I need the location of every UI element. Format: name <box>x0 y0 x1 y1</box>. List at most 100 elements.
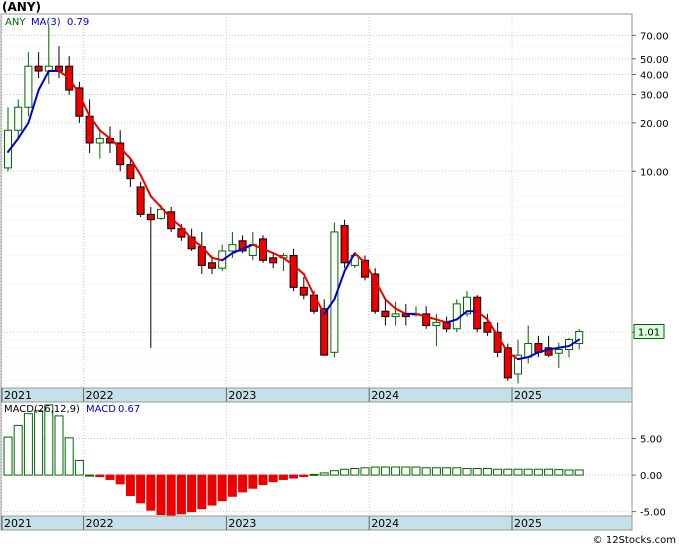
macd-legend-title: MACD(26,12,9) <box>4 404 80 415</box>
candle-body-down <box>299 286 308 296</box>
price-tick-label: 20.00 <box>640 119 669 130</box>
price-tick-label: 30.00 <box>640 91 669 102</box>
macd-tick-label: 5.00 <box>640 435 662 446</box>
macd-bar-positive <box>533 468 543 476</box>
macd-bar-positive <box>370 466 380 476</box>
macd-panel: 5.00 0.00 -5.00 2021 2022 2023 2024 2025 <box>0 401 666 531</box>
candle-body-down <box>289 254 298 288</box>
macd-bar-positive <box>421 467 431 476</box>
stock-chart: 70.00 50.00 40.00 30.00 20.00 10.00 0.00 2021 2… <box>0 0 676 546</box>
candle-body-up <box>432 321 441 327</box>
candle-body-down <box>340 225 349 264</box>
macd-bar-positive <box>411 466 421 476</box>
macd-bar-positive <box>329 470 339 476</box>
macd-bar-positive <box>401 466 411 476</box>
macd-bar-negative <box>217 474 227 502</box>
price-y-axis: 70.0050.0040.0030.0020.0010.000.00 <box>632 31 669 339</box>
price-tick-label: 70.00 <box>640 31 669 42</box>
last-price-label: 1.01 <box>638 328 660 339</box>
price-tick-label: 50.00 <box>640 55 669 66</box>
macd-bar-negative <box>146 474 156 511</box>
candle-body-down <box>381 310 390 318</box>
macd-bar-positive <box>340 468 350 476</box>
macd-tick-label: -5.00 <box>640 508 666 519</box>
macd-bar-negative <box>197 474 207 510</box>
macd-year-label: 2023 <box>228 517 256 530</box>
price-tick-label: 40.00 <box>640 70 669 81</box>
macd-bar-positive <box>452 467 462 476</box>
macd-bar-positive <box>431 467 441 476</box>
price-tick-label: 10.00 <box>640 167 669 178</box>
candle <box>136 181 145 218</box>
chart-page: 70.00 50.00 40.00 30.00 20.00 10.00 0.00 2021 2… <box>0 0 680 546</box>
macd-bar-negative <box>207 474 217 506</box>
candle-body-down <box>208 262 216 269</box>
ma-legend-label: MA(3) <box>31 17 61 28</box>
macd-bar-positive <box>554 469 564 476</box>
macd-bar-positive <box>574 469 584 476</box>
macd-bar-positive <box>564 469 574 476</box>
macd-bar-positive <box>462 468 472 476</box>
macd-bar-positive <box>54 415 64 476</box>
macd-legend-value: 0.67 <box>118 404 140 415</box>
candle-body-up <box>95 137 104 144</box>
macd-bar-positive <box>493 468 503 476</box>
macd-bar-negative <box>187 474 197 513</box>
ma-legend-value: 0.79 <box>67 17 89 28</box>
macd-bar-positive <box>13 424 23 476</box>
candle-body-down <box>126 164 135 180</box>
macd-bar-negative <box>238 474 248 493</box>
macd-bar-positive <box>544 468 554 476</box>
macd-bar-negative <box>289 474 299 479</box>
macd-bar-negative <box>268 474 278 483</box>
macd-bar-negative <box>299 474 309 478</box>
candle-body-up <box>228 244 237 252</box>
macd-plot-frame <box>0 401 633 517</box>
macd-bar-positive <box>34 410 44 476</box>
macd-bar-negative <box>166 474 176 516</box>
price-year-label: 2024 <box>371 389 399 402</box>
macd-bar-negative <box>278 474 288 480</box>
candle-body-down <box>146 213 155 221</box>
candle-body-down <box>34 65 43 72</box>
macd-bar-positive <box>391 466 401 476</box>
macd-bar-positive <box>64 437 74 476</box>
macd-bar-positive <box>482 468 492 476</box>
candle-body-up <box>24 65 33 108</box>
candle <box>340 219 349 269</box>
macd-bar-positive <box>3 436 13 476</box>
candle-body-down <box>269 257 278 264</box>
macd-bar-positive <box>74 459 84 476</box>
macd-bar-positive <box>503 468 513 476</box>
ticker-legend: ANY <box>5 17 26 28</box>
macd-bar-negative <box>227 474 237 497</box>
macd-bar-negative <box>248 474 258 489</box>
candle-body-down <box>320 308 329 356</box>
macd-bar-negative <box>105 474 115 480</box>
price-panel: 70.0050.0040.0030.0020.0010.000.00 20212… <box>0 13 669 403</box>
macd-year-label: 2025 <box>514 517 542 530</box>
chart-title: (ANY) <box>2 0 41 14</box>
macd-bar-negative <box>136 474 146 504</box>
price-year-label: 2023 <box>228 389 256 402</box>
macd-bar-negative <box>95 474 105 478</box>
macd-year-label: 2021 <box>4 517 32 530</box>
macd-bar-positive <box>472 468 482 476</box>
macd-legend-label: MACD <box>86 404 116 415</box>
price-year-label: 2025 <box>514 389 542 402</box>
macd-bar-positive <box>513 468 523 476</box>
macd-bar-negative <box>156 474 166 516</box>
macd-bar-positive <box>380 466 390 476</box>
candle <box>452 299 461 333</box>
macd-bar-positive <box>360 467 370 476</box>
macd-bar-positive <box>350 468 360 476</box>
candle <box>289 248 298 292</box>
macd-bar-negative <box>125 474 135 497</box>
macd-bar-negative <box>176 474 186 515</box>
candle-body-up <box>554 349 563 354</box>
macd-y-axis: 5.00 0.00 -5.00 <box>632 435 666 519</box>
candle-body-down <box>136 186 145 215</box>
macd-bar-positive <box>442 467 452 476</box>
candle-body-up <box>14 106 23 131</box>
macd-tick-label: 0.00 <box>640 471 662 482</box>
